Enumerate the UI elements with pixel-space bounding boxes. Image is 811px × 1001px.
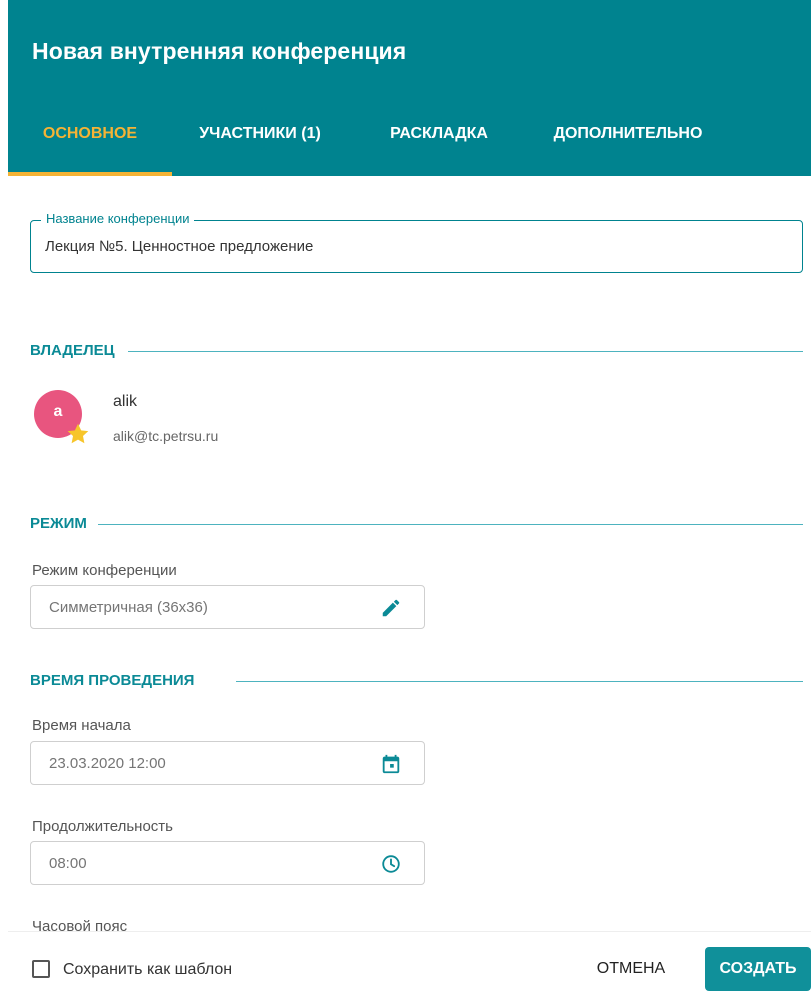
avatar-letter: a (53, 403, 63, 420)
mode-value: Симметричная (36x36) (49, 599, 208, 616)
conference-name-field[interactable]: Название конференции Лекция №5. Ценностн… (30, 211, 803, 273)
owner-name: alik (113, 393, 138, 410)
conference-name-label: Название конференции (41, 211, 195, 226)
start-time-label: Время начала (32, 717, 131, 734)
schedule-section-divider (236, 681, 803, 682)
save-as-template-checkbox[interactable] (32, 960, 50, 978)
clock-icon[interactable] (380, 853, 402, 875)
tab-participants[interactable]: УЧАСТНИКИ (1) (186, 110, 334, 176)
dialog-title: Новая внутренняя конференция (32, 38, 407, 64)
tab-main[interactable]: ОСНОВНОЕ (26, 110, 154, 176)
create-button[interactable]: СОЗДАТЬ (705, 947, 811, 991)
tab-layout[interactable]: РАСКЛАДКА (378, 110, 500, 176)
dialog-header: Новая внутренняя конференция ОСНОВНОЕ УЧ… (8, 0, 811, 176)
schedule-section-title: ВРЕМЯ ПРОВЕДЕНИЯ (30, 672, 205, 689)
duration-value: 08:00 (49, 855, 87, 872)
duration-field[interactable]: 08:00 (30, 841, 425, 885)
owner-section-divider (128, 351, 803, 352)
dialog-content: Название конференции Лекция №5. Ценностн… (8, 176, 811, 935)
tab-bar: ОСНОВНОЕ УЧАСТНИКИ (1) РАСКЛАДКА ДОПОЛНИ… (8, 110, 811, 176)
pencil-icon[interactable] (380, 597, 402, 619)
save-as-template-label[interactable]: Сохранить как шаблон (63, 961, 232, 979)
cancel-button[interactable]: ОТМЕНА (586, 950, 676, 988)
background-edge (0, 0, 8, 1001)
mode-section-title: РЕЖИМ (30, 515, 97, 532)
new-conference-dialog: Новая внутренняя конференция ОСНОВНОЕ УЧ… (8, 0, 811, 1001)
mode-field[interactable]: Симметричная (36x36) (30, 585, 425, 629)
start-time-field[interactable]: 23.03.2020 12:00 (30, 741, 425, 785)
mode-section-divider (98, 524, 803, 525)
owner-email: alik@tc.petrsu.ru (113, 428, 219, 444)
conference-name-value[interactable]: Лекция №5. Ценностное предложение (45, 238, 313, 255)
mode-label: Режим конференции (32, 562, 177, 579)
duration-label: Продолжительность (32, 818, 173, 835)
star-icon (67, 423, 89, 444)
tab-additional[interactable]: ДОПОЛНИТЕЛЬНО (538, 110, 718, 176)
calendar-icon[interactable] (380, 753, 402, 775)
owner-section-title: ВЛАДЕЛЕЦ (30, 342, 125, 359)
start-time-value: 23.03.2020 12:00 (49, 755, 166, 772)
dialog-footer: Сохранить как шаблон ОТМЕНА СОЗДАТЬ (8, 931, 811, 1001)
